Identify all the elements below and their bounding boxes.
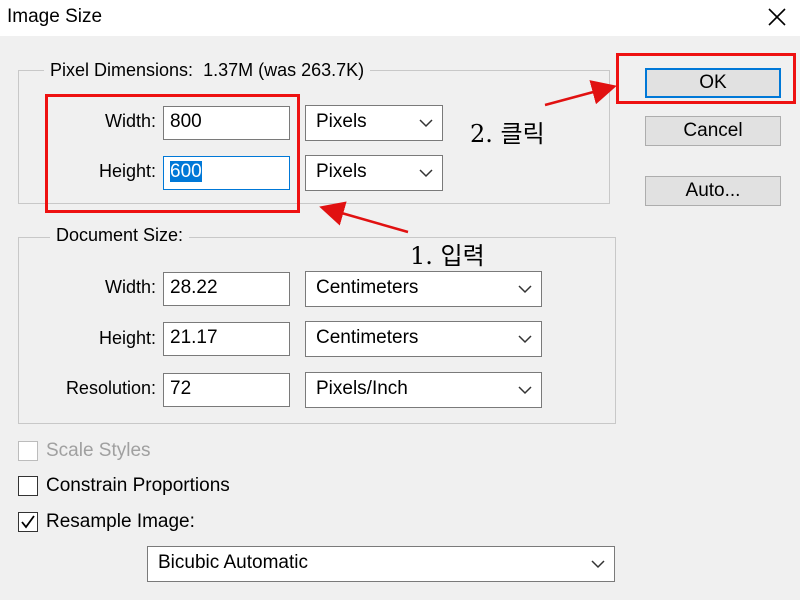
annotation-step2: 2. 클릭	[470, 120, 545, 148]
arrow-to-input	[319, 201, 409, 234]
arrow-to-ok	[544, 80, 617, 107]
annotation-arrows	[319, 80, 617, 234]
annotation-step1: 1. 입력	[410, 242, 485, 270]
